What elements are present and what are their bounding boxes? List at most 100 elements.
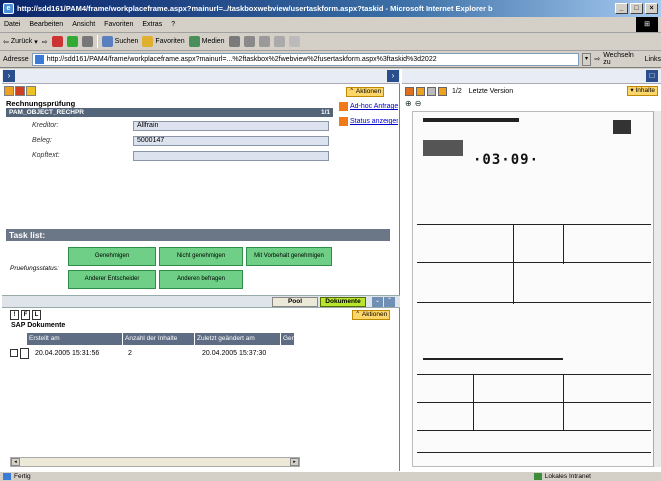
- section-title: Rechnungsprüfung: [6, 99, 76, 108]
- pool-tab[interactable]: Pool: [272, 297, 318, 307]
- first-page-icon[interactable]: [405, 86, 414, 96]
- back-arrow-icon: ⇦: [3, 38, 9, 46]
- page-done-icon: [3, 473, 11, 480]
- stop-button[interactable]: [51, 36, 63, 47]
- links-button[interactable]: Links: [645, 56, 661, 63]
- doc-filter-icon[interactable]: F: [21, 310, 30, 320]
- status-label: Status anzeigen: [350, 118, 398, 125]
- version-label: Letzte Version: [468, 87, 514, 95]
- col-erstellt[interactable]: Erstellt am: [27, 333, 123, 345]
- chevron-down-icon: ⌃: [355, 311, 361, 318]
- mail-icon: [243, 36, 255, 47]
- viewer-top-strip: □: [402, 69, 661, 84]
- menu-ansicht[interactable]: Ansicht: [72, 21, 95, 28]
- back-button[interactable]: ⇦ Zurück ▾: [3, 38, 38, 46]
- home-button[interactable]: [81, 36, 93, 47]
- zone-pane: Lokales Intranet: [533, 473, 661, 480]
- aktionen-top-button[interactable]: ⌃ Aktionen: [346, 87, 385, 97]
- kreditor-label: Kreditor:: [32, 122, 59, 129]
- status-bar: Fertig Lokales Intranet: [0, 471, 661, 481]
- address-dropdown-button[interactable]: ▾: [581, 52, 592, 66]
- forward-arrow-icon: ⇨: [41, 38, 48, 46]
- edit-button[interactable]: [273, 36, 285, 47]
- menu-bearbeiten[interactable]: Bearbeiten: [29, 21, 63, 28]
- task-icon-row: [4, 86, 36, 96]
- scan-rule: [563, 224, 564, 264]
- row-checkbox[interactable]: [10, 349, 18, 357]
- left-nav-strip: › ›: [2, 69, 400, 84]
- next-page-icon[interactable]: [438, 86, 447, 96]
- nicht-genehmigen-button[interactable]: Nicht genehmigen: [159, 247, 243, 266]
- prev-page-icon[interactable]: [416, 86, 425, 96]
- print-button[interactable]: [258, 36, 270, 47]
- task-icon[interactable]: [4, 86, 14, 96]
- media-button[interactable]: Medien: [188, 36, 225, 47]
- menu-favoriten[interactable]: Favoriten: [104, 21, 133, 28]
- history-button[interactable]: [228, 36, 240, 47]
- forward-button[interactable]: ⇨: [42, 38, 48, 46]
- refresh-button[interactable]: [66, 36, 78, 47]
- menu-help[interactable]: ?: [171, 21, 175, 28]
- anderer-entscheider-button[interactable]: Anderer Entscheider: [68, 270, 156, 289]
- expand-right-button[interactable]: ›: [387, 70, 399, 82]
- scroll-left-icon[interactable]: ◂: [11, 458, 20, 466]
- menu-extras[interactable]: Extras: [142, 21, 162, 28]
- edit-icon: [273, 36, 285, 47]
- discuss-button[interactable]: [288, 36, 300, 47]
- collapse-up-icon[interactable]: ⌃: [384, 297, 395, 307]
- mit-vorbehalt-button[interactable]: Mit Vorbehalt genehmigen: [246, 247, 332, 266]
- media-icon: [188, 36, 200, 47]
- col-anzahl[interactable]: Anzahl der Inhalte: [123, 333, 195, 345]
- collapse-down-icon[interactable]: ⌄: [372, 297, 383, 307]
- adhoc-link[interactable]: Ad-hoc Anfrage: [339, 102, 398, 111]
- favorites-button[interactable]: Favoriten: [142, 36, 185, 47]
- task-pane: › › ⌃ Aktionen Rechnungsprüfung PAM_OBJE…: [2, 69, 400, 471]
- dokumente-tab[interactable]: Dokumente: [320, 297, 366, 307]
- inhalte-button[interactable]: ▾ Inhalte: [627, 86, 658, 96]
- aktionen-bottom-button[interactable]: ⌃ Aktionen: [352, 310, 391, 320]
- zoom-out-icon[interactable]: ⊖: [415, 99, 422, 108]
- search-button[interactable]: Suchen: [101, 36, 138, 47]
- expand-left-button[interactable]: ›: [3, 70, 15, 82]
- genehmigen-button[interactable]: Genehmigen: [68, 247, 156, 266]
- document-icon: [20, 347, 29, 359]
- mail-button[interactable]: [243, 36, 255, 47]
- adhoc-icon: [339, 102, 348, 111]
- chevron-down-icon: ▾: [630, 87, 634, 94]
- scan-rule: [417, 262, 651, 263]
- menu-datei[interactable]: Datei: [4, 21, 20, 28]
- star-icon: [142, 36, 154, 47]
- maximize-button[interactable]: □: [630, 3, 643, 14]
- favorites-label: Favoriten: [155, 38, 185, 45]
- table-row[interactable]: 20.04.2005 15:31:56 2 20.04.2005 15:37:3…: [10, 346, 292, 360]
- row-modified: 20.04.2005 15:37:30: [202, 349, 267, 357]
- status-link[interactable]: Status anzeigen: [339, 117, 398, 126]
- doc-info-icon[interactable]: !: [10, 310, 19, 320]
- scanned-invoice-image: ·03·09·: [412, 111, 656, 467]
- col-gen[interactable]: Gen: [281, 333, 295, 345]
- horizontal-scrollbar[interactable]: ◂ ▸: [10, 457, 300, 467]
- scroll-right-icon[interactable]: ▸: [290, 458, 299, 466]
- info-icon[interactable]: [26, 86, 36, 96]
- minimize-button[interactable]: _: [615, 3, 628, 14]
- internet-explorer-icon: e: [3, 3, 14, 14]
- toolbar: ⇦ Zurück ▾ ⇨ Suchen Favoriten Medien: [0, 33, 661, 51]
- zoom-in-icon[interactable]: ⊕: [405, 99, 412, 108]
- go-button[interactable]: Wechseln zu: [603, 52, 641, 66]
- doc-tool-row: ! F L: [10, 310, 41, 320]
- anderen-befragen-button[interactable]: Anderen befragen: [159, 270, 243, 289]
- flag-icon[interactable]: [15, 86, 25, 96]
- doc-list-icon[interactable]: L: [32, 310, 41, 320]
- pane-split-bar: Pool Dokumente ⌄ ⌃: [2, 295, 400, 308]
- viewer-expand-button[interactable]: □: [646, 70, 658, 82]
- address-url: http://sdd161/PAM4/frame/workplaceframe.…: [46, 55, 437, 63]
- vertical-scrollbar[interactable]: [653, 111, 661, 467]
- close-button[interactable]: ×: [645, 3, 658, 14]
- title-bar: e http://sdd161/PAM4/frame/workplacefram…: [0, 0, 661, 17]
- doc-icon[interactable]: [427, 86, 436, 96]
- scan-rule: [563, 374, 564, 430]
- address-input[interactable]: http://sdd161/PAM4/frame/workplaceframe.…: [31, 52, 579, 66]
- col-zuletzt[interactable]: Zuletzt geändert am: [195, 333, 281, 345]
- scan-logo: [613, 120, 631, 134]
- refresh-icon: [66, 36, 78, 47]
